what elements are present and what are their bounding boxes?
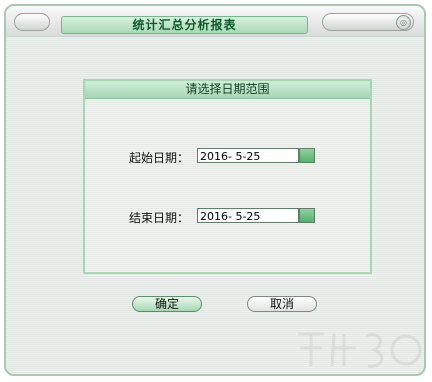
ok-button[interactable]: 确定 [132, 296, 202, 312]
close-icon[interactable]: ◎ [396, 15, 411, 30]
start-date-dropdown-icon[interactable] [299, 148, 315, 163]
system-menu-button[interactable] [14, 13, 50, 31]
date-range-panel: 请选择日期范围 起始日期： 2016- 5-25 结束日期： 2016- 5-2… [83, 79, 372, 274]
title-bar: 统计汇总分析报表 ◎ [6, 6, 424, 37]
end-date-field[interactable]: 2016- 5-25 [197, 208, 299, 223]
end-date-label: 结束日期： [128, 211, 189, 225]
window-title: 统计汇总分析报表 [61, 16, 308, 34]
dialog-window: 统计汇总分析报表 ◎ 请选择日期范围 起始日期： 2016- 5-25 结束日期… [4, 4, 426, 376]
watermark-logo [298, 332, 422, 368]
start-date-label: 起始日期： [128, 151, 189, 165]
start-date-field[interactable]: 2016- 5-25 [197, 148, 299, 163]
panel-title: 请选择日期范围 [85, 81, 370, 99]
end-date-dropdown-icon[interactable] [299, 208, 315, 223]
window-controls: ◎ [322, 13, 414, 31]
cancel-button[interactable]: 取消 [247, 296, 317, 312]
